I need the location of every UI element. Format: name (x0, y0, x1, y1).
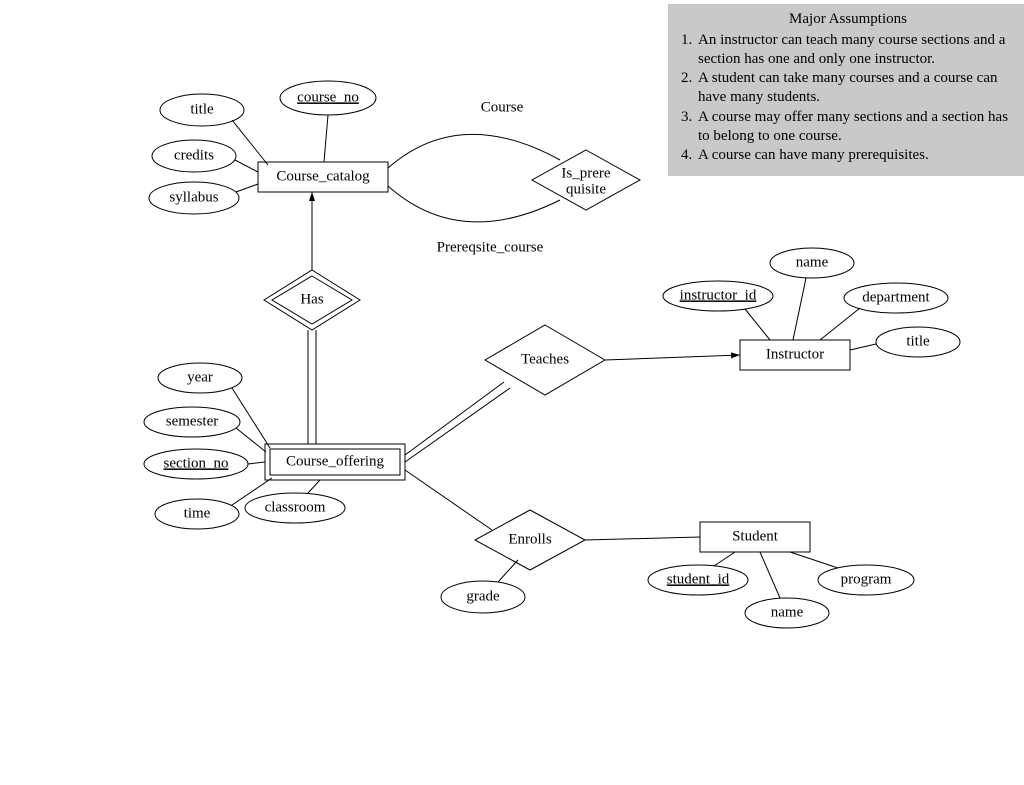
relationship-is-prerequisite-label-2: quisite (566, 181, 606, 197)
relationship-has-label: Has (300, 291, 323, 307)
assumptions-title: Major Assumptions (678, 10, 1018, 29)
entity-student: Student (700, 522, 810, 552)
attr-classroom-label: classroom (265, 499, 326, 515)
attr-credits: credits (152, 140, 258, 172)
attr-program: program (790, 552, 914, 595)
er-diagram-canvas: Course_catalog Course_offering Instructo… (0, 0, 1024, 785)
attr-grade-label: grade (466, 588, 500, 604)
relationship-enrolls-label: Enrolls (508, 531, 551, 547)
entity-student-label: Student (732, 528, 779, 544)
edge-offering-teaches-a (405, 382, 504, 455)
edge-enrolls-student (585, 537, 700, 540)
assumption-item: An instructor can teach many course sect… (696, 31, 1018, 69)
attr-semester-label: semester (166, 413, 218, 429)
attr-inst-title: title (850, 327, 960, 357)
attr-instructor-id-label: instructor_id (680, 287, 757, 303)
relationship-is-prerequisite-label-1: Is_prere (561, 165, 610, 181)
attr-semester: semester (144, 407, 266, 452)
attr-grade: grade (441, 560, 525, 613)
relationship-has: Has (264, 270, 360, 330)
relationship-enrolls: Enrolls (475, 510, 585, 570)
attr-title-label: title (190, 101, 214, 117)
attr-stud-name-label: name (771, 604, 804, 620)
attr-course-no-label: course_no (297, 89, 359, 105)
attr-inst-name: name (770, 248, 854, 340)
assumption-item: A course can have many prerequisites. (696, 146, 1018, 165)
attr-inst-title-label: title (906, 333, 930, 349)
attr-stud-name: name (745, 552, 829, 628)
edge-offering-enrolls (405, 470, 492, 530)
relationship-is-prerequisite: Is_prere quisite (532, 150, 640, 210)
attr-year-label: year (187, 369, 213, 385)
attr-syllabus-label: syllabus (169, 189, 218, 205)
attr-credits-label: credits (174, 147, 214, 163)
role-label-course: Course (481, 99, 524, 115)
edge-prereq-role (388, 186, 560, 222)
assumption-item: A course may offer many sections and a s… (696, 108, 1018, 146)
edge-offering-teaches-b (405, 388, 510, 462)
edge-course-role (388, 134, 560, 168)
attr-section-no-label: section_no (164, 455, 229, 471)
attr-student-id-label: student_id (667, 571, 730, 587)
edge-teaches-instructor (605, 355, 740, 360)
entity-course-catalog: Course_catalog (258, 162, 388, 192)
entity-instructor-label: Instructor (766, 346, 824, 362)
role-label-prereq-course: Prereqsite_course (437, 239, 544, 255)
attr-department-label: department (862, 289, 930, 305)
entity-course-offering: Course_offering (265, 444, 405, 480)
entity-course-catalog-label: Course_catalog (276, 168, 370, 184)
relationship-teaches-label: Teaches (521, 351, 569, 367)
attr-course-no: course_no (280, 81, 376, 162)
assumptions-list: An instructor can teach many course sect… (678, 31, 1018, 165)
attr-section-no: section_no (144, 449, 265, 479)
attr-syllabus: syllabus (149, 182, 258, 214)
entity-course-offering-label: Course_offering (286, 453, 385, 469)
entity-instructor: Instructor (740, 340, 850, 370)
attr-instructor-id: instructor_id (663, 281, 773, 340)
relationship-teaches: Teaches (485, 325, 605, 395)
attr-program-label: program (841, 571, 892, 587)
assumptions-box: Major Assumptions An instructor can teac… (668, 4, 1024, 176)
attr-inst-name-label: name (796, 254, 829, 270)
attr-time-label: time (184, 505, 211, 521)
attr-student-id: student_id (648, 552, 748, 595)
assumption-item: A student can take many courses and a co… (696, 69, 1018, 107)
